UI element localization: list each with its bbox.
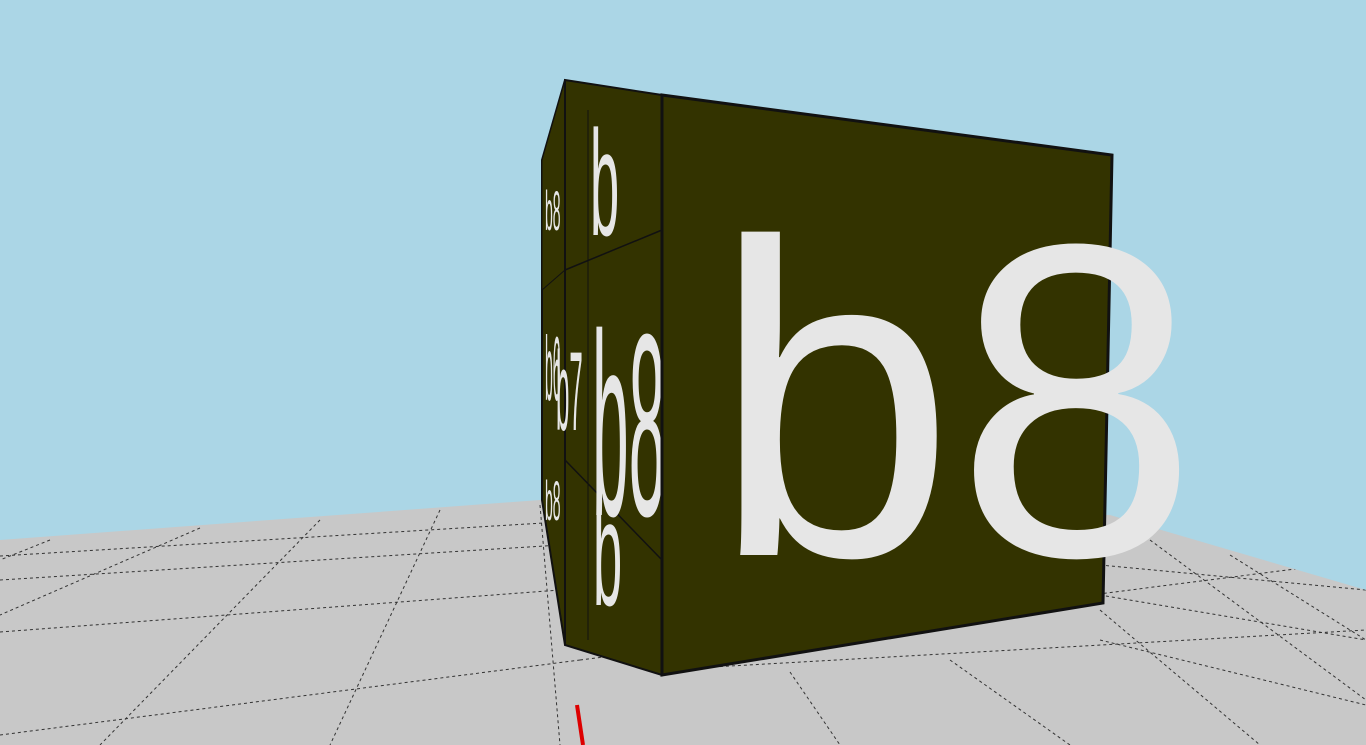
side-mid-tiny-label: b6	[545, 318, 561, 420]
back-bottom-label: b8	[545, 469, 561, 532]
side-bottom-label: b	[593, 469, 622, 637]
front-box[interactable]: b8	[660, 93, 1198, 677]
back-top-label: b8	[545, 179, 561, 242]
side-top-label: b	[590, 99, 619, 267]
3d-viewport[interactable]: b8 b8 b b7 b6 b8 b b8	[0, 0, 1366, 745]
front-label: b8	[712, 151, 1198, 650]
